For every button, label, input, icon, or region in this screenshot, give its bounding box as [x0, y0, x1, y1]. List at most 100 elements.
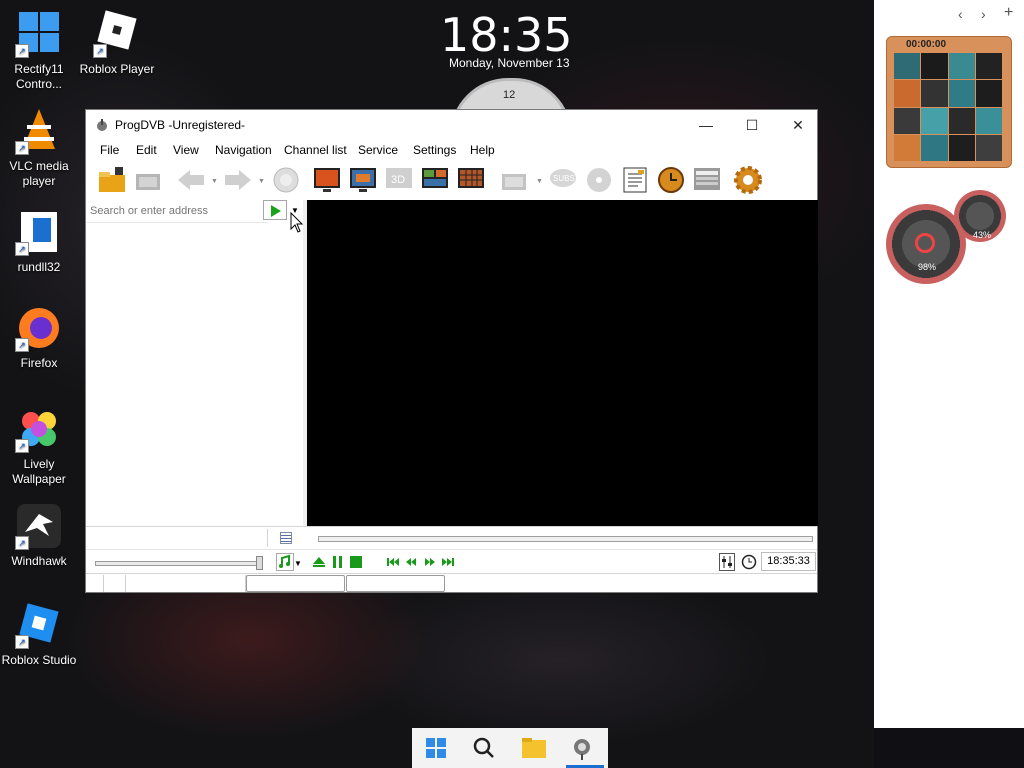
desktop-icon-label: VLC media player	[9, 159, 69, 188]
puzzle-timer: 00:00:00	[906, 39, 947, 50]
roblox-studio-icon: ↗	[15, 601, 63, 649]
epg-icon[interactable]	[620, 165, 650, 195]
shortcut-arrow-icon: ↗	[15, 141, 29, 155]
close-button[interactable]: ✕	[775, 110, 821, 140]
file-explorer-icon[interactable]	[519, 734, 549, 762]
capture-icon[interactable]	[499, 165, 529, 195]
progdvb-window[interactable]: ProgDVB -Unregistered- — ☐ ✕ File Edit V…	[85, 109, 818, 593]
clock-time: 18:35	[440, 8, 573, 62]
desktop-icon-rectify11[interactable]: ↗ Rectify11 Contro...	[0, 10, 81, 92]
svg-text:3D: 3D	[391, 174, 405, 186]
add-icon[interactable]: +	[1004, 4, 1013, 22]
seek-bar[interactable]	[318, 536, 813, 542]
shortcut-arrow-icon: ↗	[15, 536, 29, 550]
3d-icon[interactable]: 3D	[384, 165, 414, 195]
timer-clock-icon[interactable]	[741, 554, 757, 570]
vlc-icon: ↗	[15, 107, 63, 155]
forward-arrow-icon[interactable]	[223, 165, 253, 195]
menu-channel-list[interactable]: Channel list	[284, 143, 347, 157]
monitor-blue-icon[interactable]	[348, 165, 378, 195]
desktop-icon-firefox[interactable]: ↗ Firefox	[0, 304, 81, 371]
windows-start-icon[interactable]	[421, 734, 451, 762]
audio-dropdown-icon[interactable]: ▼	[294, 559, 302, 568]
capture-dropdown-icon[interactable]: ▼	[536, 178, 543, 185]
status-bar	[86, 573, 817, 594]
taskbar	[412, 728, 608, 768]
desktop-icon-label: Windhawk	[11, 554, 67, 568]
desktop-icon-roblox-studio[interactable]: ↗ Roblox Studio	[0, 601, 81, 668]
fast-forward-icon[interactable]	[423, 555, 437, 569]
search-icon[interactable]	[469, 734, 499, 762]
settings-gear-icon[interactable]	[733, 165, 763, 195]
progdvb-taskbar-icon[interactable]	[567, 734, 597, 762]
desktop-icon-windhawk[interactable]: ↗ Windhawk	[0, 502, 81, 569]
grid-tv-icon[interactable]	[456, 165, 486, 195]
skip-forward-icon[interactable]	[441, 555, 455, 569]
audio-track-icon[interactable]	[276, 553, 294, 571]
open-folder-icon[interactable]	[97, 165, 127, 195]
back-dropdown-icon[interactable]: ▼	[211, 178, 218, 185]
menu-bar: File Edit View Navigation Channel list S…	[86, 140, 817, 160]
menu-edit[interactable]: Edit	[136, 143, 157, 157]
volume-slider-thumb[interactable]	[256, 556, 263, 570]
rectify11-icon: ↗	[15, 10, 63, 58]
scheduler-clock-icon[interactable]	[656, 165, 686, 195]
desktop-icon-roblox-player[interactable]: ↗ Roblox Player	[75, 10, 159, 77]
channel-info-box	[86, 529, 268, 547]
playback-controls: ▼ 18:35:33	[86, 549, 817, 574]
disc-icon[interactable]	[584, 165, 614, 195]
desktop-icon-label: Roblox Studio	[1, 653, 77, 667]
roblox-player-icon: ↗	[93, 10, 141, 58]
address-search-input[interactable]	[87, 200, 268, 223]
stop-icon[interactable]	[349, 555, 363, 569]
mouse-cursor-icon	[290, 211, 304, 237]
video-display[interactable]	[307, 200, 818, 526]
skip-back-icon[interactable]	[386, 555, 400, 569]
toolbar: ▼ ▼ 3D ▼ SUBS	[86, 160, 817, 200]
puzzle-grid[interactable]	[894, 53, 1002, 161]
eject-icon[interactable]	[312, 555, 326, 569]
svg-text:SUBS: SUBS	[553, 174, 575, 183]
shortcut-arrow-icon: ↗	[15, 635, 29, 649]
monitor-orange-icon[interactable]	[312, 165, 342, 195]
volume-slider[interactable]	[95, 561, 263, 566]
maximize-button[interactable]: ☐	[729, 110, 775, 140]
pause-icon[interactable]	[331, 555, 345, 569]
teletext-icon[interactable]	[692, 165, 722, 195]
globe-icon[interactable]	[271, 165, 301, 195]
gauge-search-icon	[915, 233, 935, 253]
window-title: ProgDVB -Unregistered-	[115, 118, 246, 132]
rewind-icon[interactable]	[404, 555, 418, 569]
menu-settings[interactable]: Settings	[413, 143, 456, 157]
status-segment	[104, 575, 126, 592]
minimize-button[interactable]: —	[683, 110, 729, 140]
back-arrow-icon[interactable]	[176, 165, 206, 195]
channel-list-pane[interactable]: ▼	[86, 200, 304, 526]
puzzle-widget[interactable]: 00:00:00	[886, 36, 1012, 168]
forward-dropdown-icon[interactable]: ▼	[258, 178, 265, 185]
rundll32-icon: ↗	[15, 208, 63, 256]
title-bar[interactable]: ProgDVB -Unregistered- — ☐ ✕	[86, 110, 817, 140]
go-play-button[interactable]	[263, 200, 287, 220]
current-time-display: 18:35:33	[761, 552, 816, 571]
menu-help[interactable]: Help	[470, 143, 495, 157]
shortcut-arrow-icon: ↗	[15, 44, 29, 58]
signal-quality-box	[346, 575, 445, 592]
chevron-right-icon[interactable]: ›	[981, 6, 986, 22]
subtitles-icon[interactable]: SUBS	[548, 165, 578, 195]
desktop-icon-vlc[interactable]: ↗ VLC media player	[0, 107, 81, 189]
menu-file[interactable]: File	[100, 143, 119, 157]
desktop-icon-lively-wallpaper[interactable]: ↗ Lively Wallpaper	[0, 405, 81, 487]
chevron-left-icon[interactable]: ‹	[958, 6, 963, 22]
desktop-icon-rundll32[interactable]: ↗ rundll32	[0, 208, 81, 275]
signal-level-box	[246, 575, 345, 592]
menu-view[interactable]: View	[173, 143, 199, 157]
lively-wallpaper-icon: ↗	[15, 405, 63, 453]
menu-navigation[interactable]: Navigation	[215, 143, 272, 157]
shortcut-arrow-icon: ↗	[15, 439, 29, 453]
equalizer-icon[interactable]	[719, 553, 735, 571]
record-icon[interactable]	[133, 165, 163, 195]
playlist-icon[interactable]	[280, 532, 292, 544]
menu-service[interactable]: Service	[358, 143, 398, 157]
mosaic-icon[interactable]	[420, 165, 450, 195]
